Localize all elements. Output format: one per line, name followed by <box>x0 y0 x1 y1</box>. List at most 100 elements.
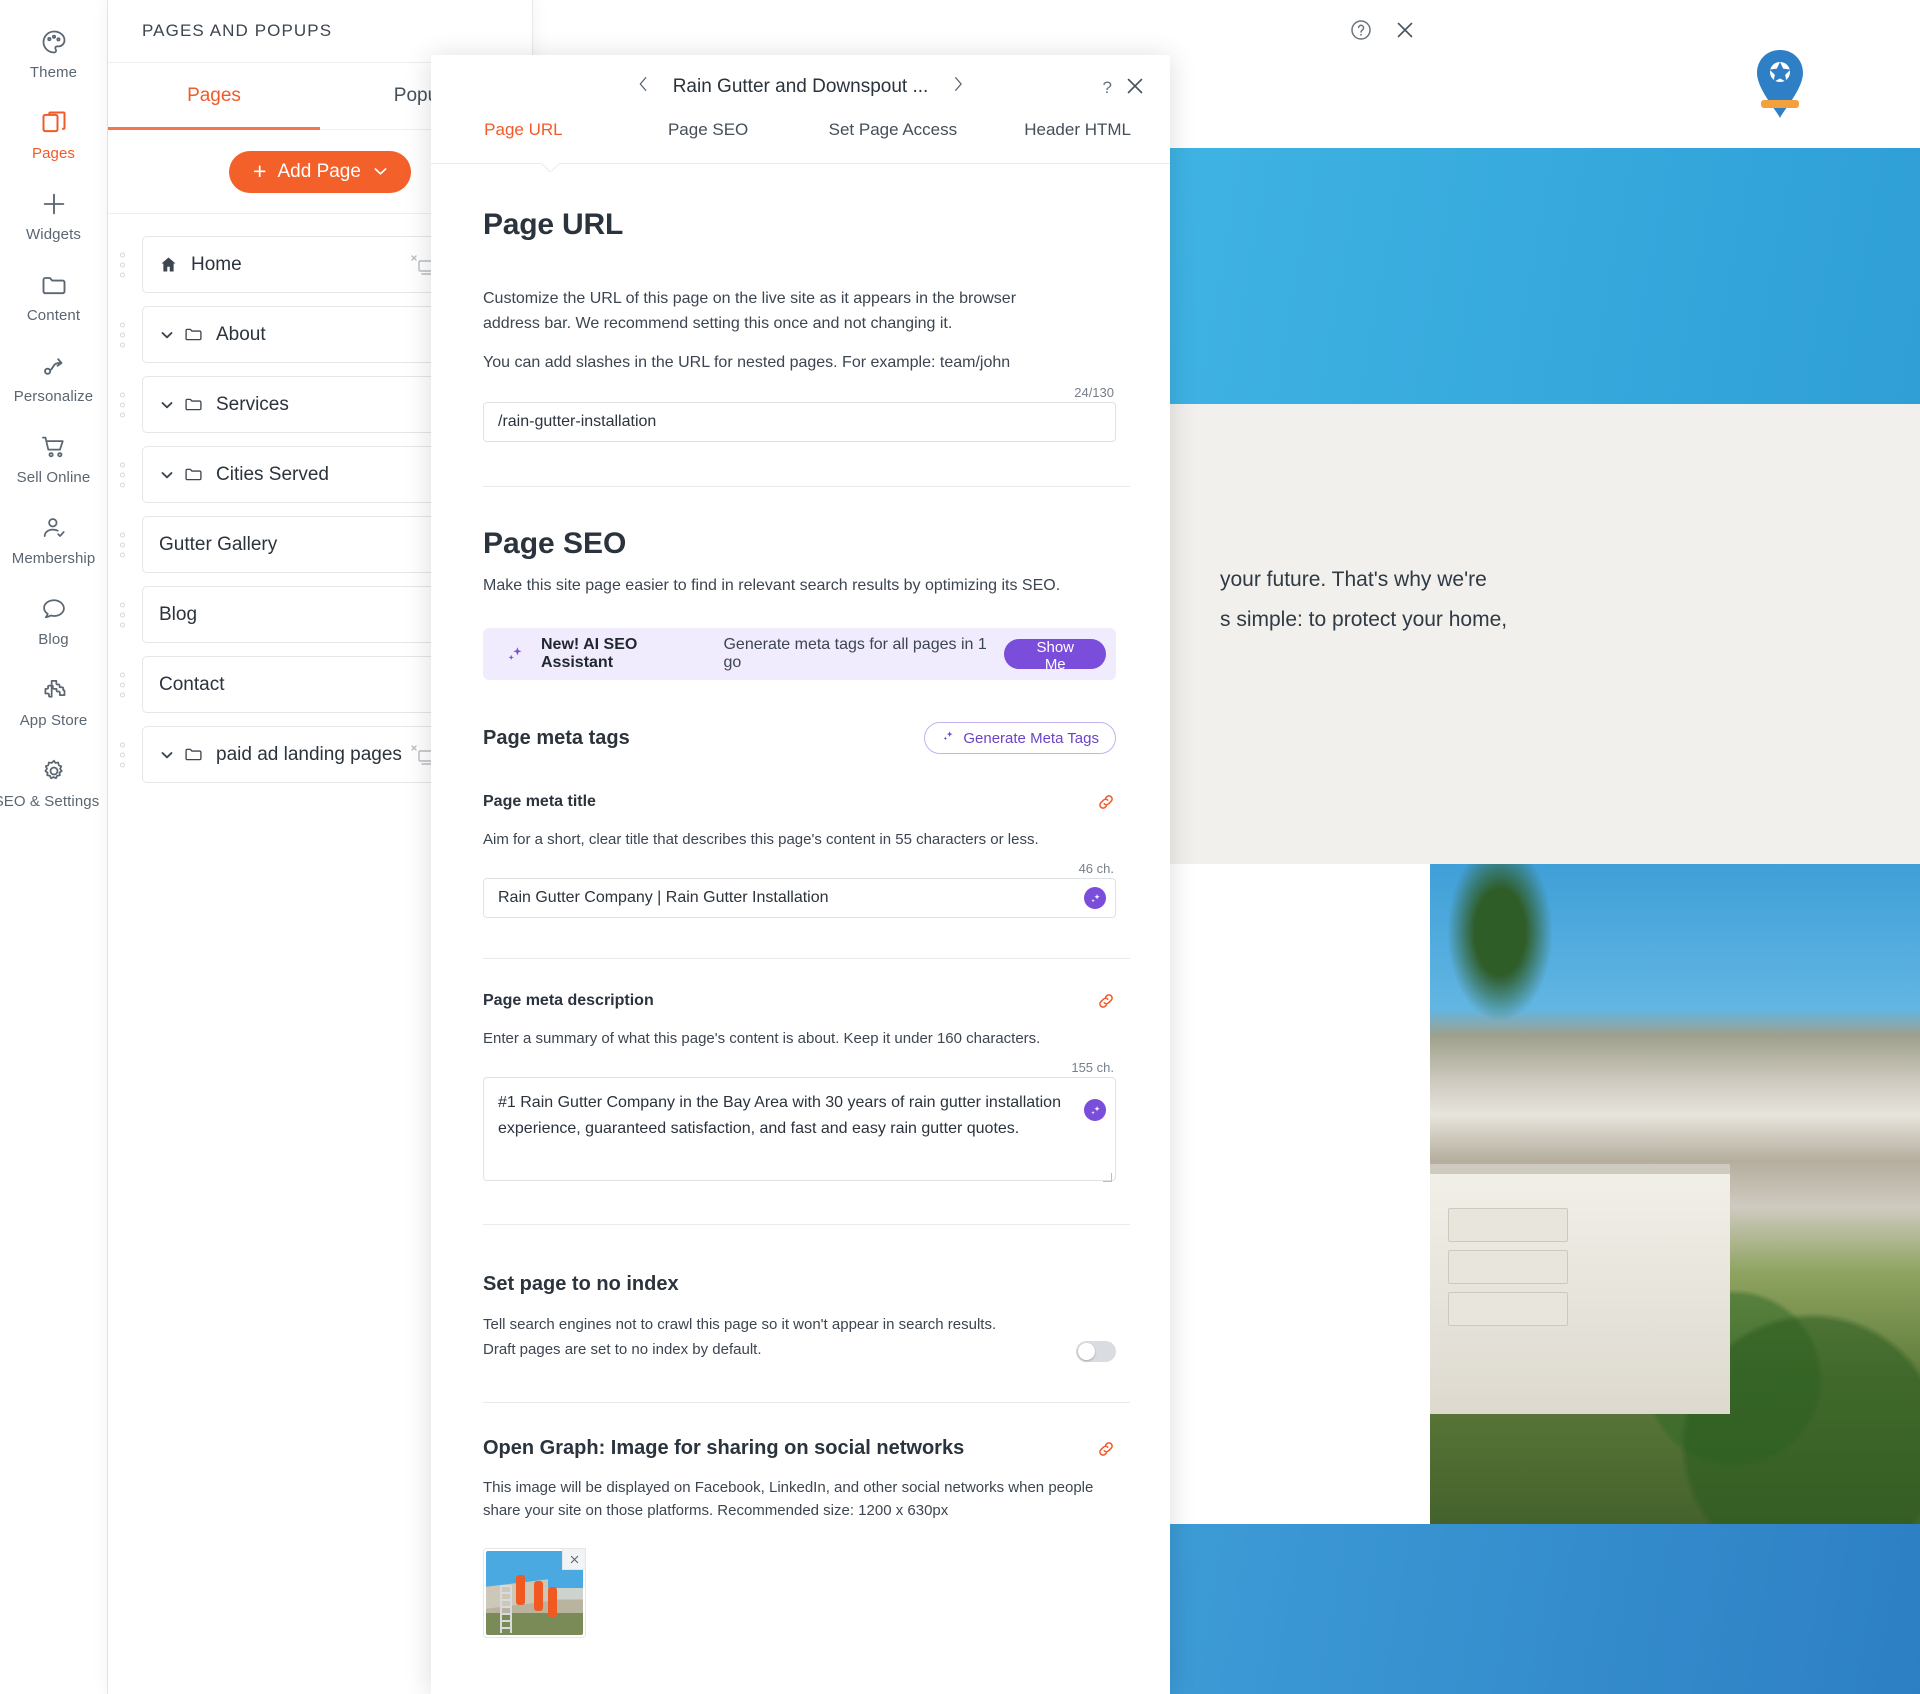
drag-handle[interactable] <box>120 462 125 487</box>
meta-title-input[interactable] <box>483 878 1116 918</box>
tab-pages[interactable]: Pages <box>108 63 320 130</box>
chevron-down-icon[interactable] <box>159 747 175 763</box>
meta-title-ai-sparkle-icon[interactable] <box>1084 887 1106 909</box>
puzzle-icon <box>40 676 68 704</box>
page-name: Services <box>216 393 289 415</box>
chat-bubble-icon <box>40 595 68 623</box>
plus-icon: + <box>253 158 267 184</box>
rail-item-app-store[interactable]: App Store <box>0 662 108 743</box>
worker-shape <box>548 1587 557 1617</box>
modal-close-icon[interactable] <box>1124 75 1146 97</box>
rail-item-pages[interactable]: Pages <box>0 95 108 176</box>
page-url-heading: Page URL <box>483 208 624 241</box>
section-divider <box>483 1402 1130 1403</box>
open-graph-description: This image will be displayed on Facebook… <box>483 1479 1094 1519</box>
pages-panel-header: PAGES AND POPUPS <box>108 0 532 63</box>
open-graph-thumbnail[interactable] <box>483 1548 586 1638</box>
page-name: paid ad landing pages <box>216 743 402 765</box>
pages-panel-title: PAGES AND POPUPS <box>142 21 333 40</box>
chevron-down-icon[interactable] <box>159 327 175 343</box>
page-url-input[interactable] <box>483 402 1116 442</box>
meta-description-input-wrap: #1 Rain Gutter Company in the Bay Area w… <box>483 1077 1116 1186</box>
add-page-button[interactable]: + Add Page <box>229 150 411 193</box>
chevron-down-icon[interactable] <box>159 467 175 483</box>
rail-item-label: Sell Online <box>16 469 91 486</box>
page-name: About <box>216 323 266 345</box>
user-check-icon <box>40 514 68 542</box>
tab-page-url[interactable]: Page URL <box>431 120 616 140</box>
page-switcher: Rain Gutter and Downspout ... <box>635 75 967 98</box>
no-index-toggle[interactable] <box>1076 1341 1116 1362</box>
tab-header-html[interactable]: Header HTML <box>985 120 1170 140</box>
ai-banner-text: Generate meta tags for all pages in 1 go <box>723 636 987 671</box>
rail-item-seo-settings[interactable]: SEO & Settings <box>0 743 108 824</box>
drag-handle[interactable] <box>120 672 125 697</box>
site-copy-line-2: s simple: to protect your home, <box>1220 608 1508 631</box>
site-preview-copy: your future. That's why we're s simple: … <box>1220 560 1920 640</box>
chevron-left-icon[interactable] <box>635 75 651 98</box>
rail-item-label: Personalize <box>13 388 94 405</box>
page-url-description-2: You can add slashes in the URL for neste… <box>483 354 1011 371</box>
site-preview-photo <box>1430 864 1920 1524</box>
toggle-knob <box>1078 1343 1095 1360</box>
modal-page-title: Rain Gutter and Downspout ... <box>672 75 929 97</box>
rail-item-widgets[interactable]: Widgets <box>0 176 108 257</box>
drag-handle[interactable] <box>120 392 125 417</box>
meta-description-label: Page meta description <box>483 992 654 1009</box>
pages-panel-header-actions <box>1350 19 1416 41</box>
drag-handle[interactable] <box>120 252 125 277</box>
plus-icon <box>40 190 68 218</box>
rail-item-label: Pages <box>31 145 76 162</box>
no-index-heading: Set page to no index <box>483 1273 679 1295</box>
left-icon-rail: Theme Pages Widgets Content Personalize … <box>0 0 108 1694</box>
drag-handle[interactable] <box>120 742 125 767</box>
page-seo-heading: Page SEO <box>483 527 627 560</box>
modal-help-icon[interactable]: ? <box>1103 78 1112 98</box>
rail-item-label: Membership <box>11 550 96 567</box>
garage-door <box>1430 1164 1730 1414</box>
page-name: Cities Served <box>216 463 329 485</box>
active-tab-caret <box>541 163 559 172</box>
generate-meta-tags-button[interactable]: Generate Meta Tags <box>924 722 1116 754</box>
rail-item-theme[interactable]: Theme <box>0 14 108 95</box>
rail-item-content[interactable]: Content <box>0 257 108 338</box>
rail-item-blog[interactable]: Blog <box>0 581 108 662</box>
page-name: Blog <box>159 603 198 625</box>
close-icon[interactable] <box>1394 19 1416 41</box>
meta-title-help: Aim for a short, clear title that descri… <box>483 831 1039 848</box>
meta-title-input-wrap <box>483 878 1116 918</box>
open-graph-heading: Open Graph: Image for sharing on social … <box>483 1437 965 1459</box>
chevron-right-icon[interactable] <box>950 75 966 98</box>
link-icon[interactable] <box>1096 1439 1116 1459</box>
tab-page-seo[interactable]: Page SEO <box>616 120 801 140</box>
link-icon[interactable] <box>1096 991 1116 1011</box>
resize-handle[interactable] <box>1103 1173 1112 1182</box>
help-icon[interactable] <box>1350 19 1372 41</box>
drag-handle[interactable] <box>120 602 125 627</box>
show-me-button[interactable]: Show Me <box>1004 639 1107 673</box>
tab-header-html-label: Header HTML <box>1024 120 1131 139</box>
drag-handle[interactable] <box>120 532 125 557</box>
ai-banner-title: New! AI SEO Assistant <box>541 636 638 671</box>
drag-handle[interactable] <box>120 322 125 347</box>
home-icon <box>159 255 178 274</box>
link-icon[interactable] <box>1096 792 1116 812</box>
rail-item-sell-online[interactable]: Sell Online <box>0 419 108 500</box>
rail-item-label: Content <box>26 307 81 324</box>
generate-meta-tags-label: Generate Meta Tags <box>963 729 1099 747</box>
modal-body: Page URL Customize the URL of this page … <box>431 208 1170 1638</box>
rail-item-membership[interactable]: Membership <box>0 500 108 581</box>
sparkle-icon <box>505 644 525 664</box>
meta-description-ai-sparkle-icon[interactable] <box>1084 1099 1106 1121</box>
section-divider <box>483 486 1130 487</box>
remove-image-close-icon[interactable] <box>562 1548 586 1570</box>
rail-item-label: SEO & Settings <box>0 793 100 810</box>
tab-set-page-access[interactable]: Set Page Access <box>801 120 986 140</box>
ladder-shape <box>500 1585 512 1633</box>
meta-description-input[interactable]: #1 Rain Gutter Company in the Bay Area w… <box>483 1077 1116 1181</box>
chevron-down-icon[interactable] <box>159 397 175 413</box>
rail-item-personalize[interactable]: Personalize <box>0 338 108 419</box>
page-name: Gutter Gallery <box>159 533 278 555</box>
open-graph-label-row: Open Graph: Image for sharing on social … <box>483 1437 1116 1460</box>
rail-item-label: Blog <box>38 631 69 648</box>
